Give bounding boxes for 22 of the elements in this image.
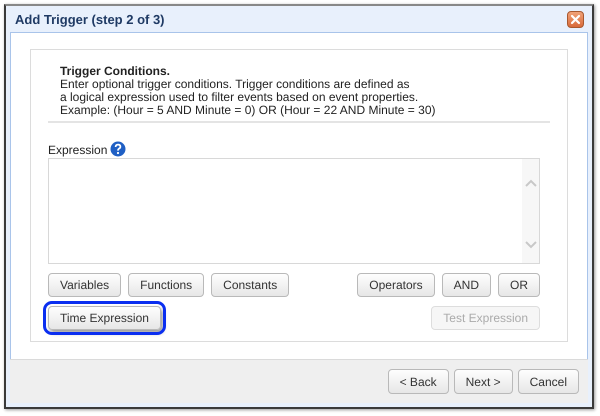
- window-title: Add Trigger (step 2 of 3): [15, 12, 165, 26]
- scroll-down-icon[interactable]: [524, 241, 536, 249]
- footer-button[interactable]: Next >: [454, 369, 513, 394]
- close-icon: [570, 14, 581, 24]
- description-text: a logical expression used to filter events based on event properties.: [60, 91, 420, 104]
- tool-button[interactable]: Functions: [128, 273, 204, 297]
- expression-field[interactable]: [48, 158, 540, 264]
- tool-button[interactable]: OR: [498, 273, 540, 297]
- close-button[interactable]: [567, 10, 584, 28]
- tool-button[interactable]: Operators: [357, 273, 435, 297]
- scrollbar[interactable]: [522, 159, 539, 263]
- footer-button[interactable]: Cancel: [518, 369, 579, 394]
- help-icon[interactable]: [110, 141, 126, 157]
- section-heading: Trigger Conditions.: [60, 65, 171, 78]
- description-text: Example: (Hour = 5 AND Minute = 0) OR (Hour = 22 AND Minute = 30): [60, 104, 436, 117]
- field-label: Expression: [48, 143, 108, 157]
- tool-button[interactable]: Constants: [211, 273, 290, 297]
- scroll-up-icon[interactable]: [524, 179, 536, 187]
- tool-button[interactable]: AND: [442, 273, 491, 297]
- footer-button[interactable]: < Back: [388, 369, 449, 394]
- tool-button[interactable]: Variables: [48, 273, 122, 297]
- description-text: Enter optional trigger conditions. Trigger conditions are defined as: [60, 78, 411, 91]
